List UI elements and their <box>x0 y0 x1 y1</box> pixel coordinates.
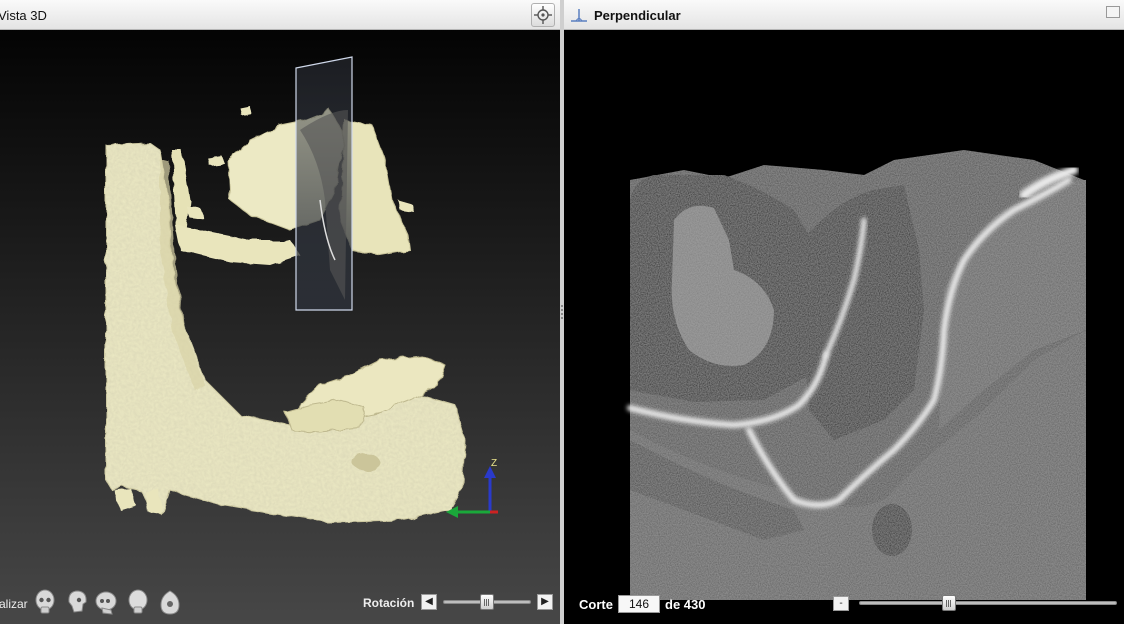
rotation-label: Rotación <box>363 596 415 610</box>
slice-total-label: de 430 <box>665 597 706 612</box>
skull-oblique-icon[interactable] <box>94 588 120 616</box>
3d-render-viewport[interactable]: Z <box>0 30 560 624</box>
crosshair-icon <box>534 6 552 24</box>
view-3d-titlebar: Vista 3D <box>0 0 560 30</box>
arrow-right-icon: ▶ <box>541 596 549 607</box>
arrow-left-icon: ◀ <box>425 596 433 607</box>
slice-slider-thumb[interactable] <box>942 595 957 611</box>
center-view-button[interactable] <box>531 3 555 27</box>
view-3d-panel: Vista 3D Z alizar Rotación ◀ ▶ <box>0 0 560 624</box>
skull-back-icon[interactable] <box>125 588 151 616</box>
ct-slice-image[interactable] <box>564 30 1124 624</box>
perpendicular-title: Perpendicular <box>594 8 681 23</box>
slice-slider-track[interactable] <box>859 601 1117 605</box>
skull-bottom-icon[interactable] <box>157 588 183 616</box>
rotation-slider-thumb[interactable] <box>480 594 494 610</box>
mandible-model <box>105 106 466 523</box>
perpendicular-titlebar: Perpendicular <box>564 0 1124 30</box>
visualize-label: alizar <box>0 597 28 611</box>
minus-icon: - <box>839 598 843 609</box>
perpendicular-panel: Perpendicular Corte 146 de 430 - <box>564 0 1124 624</box>
slice-label: Corte <box>579 597 613 612</box>
restore-panel-button[interactable] <box>1106 6 1120 18</box>
slice-plane[interactable] <box>295 56 353 311</box>
splitter-grip <box>561 305 563 319</box>
axis-z-label: Z <box>491 458 497 469</box>
skull-side-icon[interactable] <box>63 588 89 616</box>
slice-number-input[interactable] <box>618 595 660 613</box>
rotate-left-button[interactable]: ◀ <box>421 594 437 610</box>
perpendicular-icon <box>571 9 587 22</box>
skull-front-icon[interactable] <box>32 588 58 616</box>
slice-zoom-out-button[interactable]: - <box>833 596 849 611</box>
view-3d-title: Vista 3D <box>0 8 47 23</box>
rotate-right-button[interactable]: ▶ <box>537 594 553 610</box>
